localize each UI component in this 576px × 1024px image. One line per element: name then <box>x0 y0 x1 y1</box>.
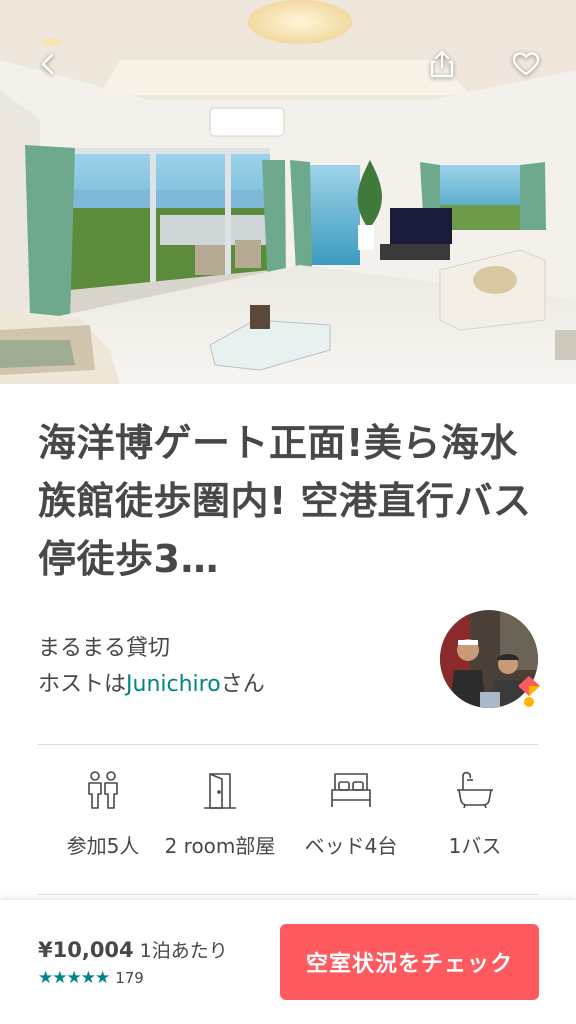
host-suffix: さん <box>220 672 265 697</box>
host-section: まるまる貸切 ホストはJunichiroさん <box>38 610 540 722</box>
amenity-guests: 参加5人 <box>38 770 168 870</box>
share-icon <box>430 50 454 78</box>
host-line: ホストはJunichiroさん <box>38 666 265 698</box>
review-count: 179 <box>115 969 144 987</box>
listing-photo[interactable] <box>0 0 576 384</box>
booking-bar: ¥10,004 1泊あたり ★★★★★ 179 空室状況をチェック <box>0 900 576 1024</box>
listing-type: まるまる貸切 <box>38 636 171 661</box>
room-photo <box>0 0 576 384</box>
amenity-label: 参加5人 <box>66 834 140 858</box>
heart-icon <box>512 52 540 76</box>
star-rating-icon: ★★★★★ <box>38 968 110 988</box>
host-name-link[interactable]: Junichiro <box>126 672 221 697</box>
divider <box>38 744 538 745</box>
superhost-badge-icon <box>518 676 540 707</box>
share-button[interactable] <box>422 44 462 84</box>
amenity-label: 2 room部屋 <box>164 834 276 858</box>
amenity-baths: 1バス <box>410 770 540 870</box>
favorite-button[interactable] <box>506 44 546 84</box>
guests-icon <box>88 771 118 809</box>
divider <box>38 894 538 895</box>
amenity-label: ベッド4台 <box>304 834 398 858</box>
per-night-label: 1泊あたり <box>139 940 228 962</box>
amenity-rooms: 2 room部屋 <box>155 770 285 870</box>
nightly-price: ¥10,004 <box>38 938 134 962</box>
amenities-row: 参加5人 2 room部屋 ベッド4台 1バス <box>38 770 538 870</box>
listing-title: 海洋博ゲート正面!美ら海水族館徒歩圏内! 空港直行バス停徒歩3… <box>38 421 532 581</box>
bed-icon <box>331 773 371 807</box>
chevron-left-icon <box>41 53 54 75</box>
host-prefix: ホストは <box>38 672 127 697</box>
rating[interactable]: ★★★★★ 179 <box>38 968 144 988</box>
door-icon <box>204 773 236 809</box>
check-availability-button[interactable]: 空室状況をチェック <box>280 924 539 1000</box>
price-line: ¥10,004 1泊あたり <box>38 936 228 963</box>
amenity-beds: ベッド4台 <box>286 770 416 870</box>
amenity-label: 1バス <box>448 834 502 858</box>
bathtub-icon <box>457 771 493 809</box>
back-button[interactable] <box>28 44 68 84</box>
